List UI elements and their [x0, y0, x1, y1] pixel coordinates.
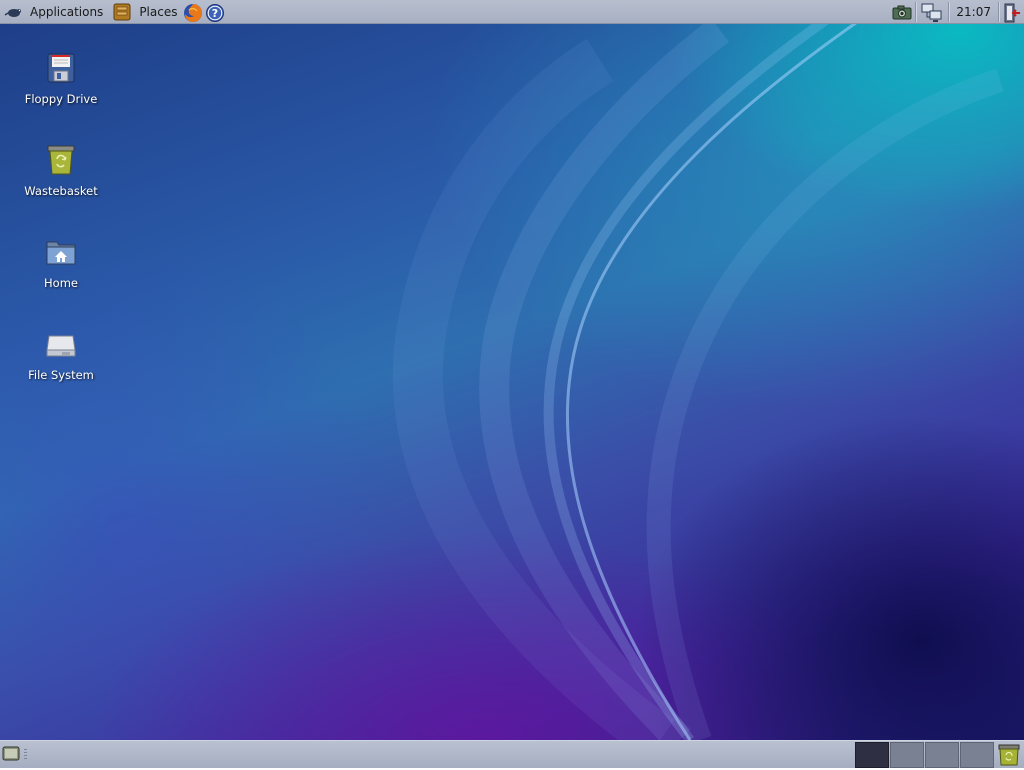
- desktop-icon-wastebasket[interactable]: Wastebasket: [6, 144, 116, 198]
- trash-applet-icon: [998, 744, 1020, 766]
- top-panel: Applications Places ? 21:07: [0, 0, 1024, 24]
- file-system-icon: [45, 328, 77, 360]
- help-icon: ?: [205, 3, 225, 22]
- places-menu[interactable]: Places: [109, 0, 181, 24]
- network-status[interactable]: [917, 0, 947, 24]
- desktop-icon-label: Home: [44, 276, 78, 290]
- floppy-drive-icon: [45, 52, 77, 84]
- desktop-icon-file-system[interactable]: File System: [6, 328, 116, 382]
- wallpaper-swirl: [392, 5, 1004, 761]
- xfce-mouse-icon: [4, 3, 22, 21]
- show-desktop-button[interactable]: [2, 745, 20, 763]
- tray-separator: [998, 2, 999, 22]
- desktop-icon-label: Wastebasket: [24, 184, 98, 198]
- show-desktop-icon: [2, 746, 20, 761]
- logout-button[interactable]: [1000, 0, 1024, 24]
- home-folder-icon: [45, 236, 77, 268]
- workspace-3[interactable]: [925, 742, 959, 768]
- applications-menu-label: Applications: [30, 4, 104, 19]
- workspace-2[interactable]: [890, 742, 924, 768]
- panel-drag-handle[interactable]: [24, 749, 27, 761]
- file-cabinet-icon: [113, 3, 131, 21]
- desktop-icon-label: File System: [28, 368, 94, 382]
- network-icon: [921, 3, 943, 22]
- wastebasket-icon: [45, 144, 77, 176]
- clock[interactable]: 21:07: [950, 5, 997, 19]
- screenshot-button[interactable]: [888, 0, 914, 24]
- desktop-icon-floppy-drive[interactable]: Floppy Drive: [6, 52, 116, 106]
- workspace-pager: [855, 741, 995, 769]
- logout-icon: [1004, 3, 1022, 23]
- workspace-4[interactable]: [960, 742, 994, 768]
- svg-text:?: ?: [212, 7, 218, 20]
- places-menu-label: Places: [139, 4, 178, 19]
- camera-icon: [892, 3, 912, 21]
- tray-separator: [915, 2, 917, 22]
- bottom-panel: [0, 740, 1024, 768]
- help-launcher[interactable]: ?: [203, 0, 225, 24]
- firefox-icon: [183, 3, 203, 22]
- trash-applet[interactable]: [997, 744, 1021, 766]
- workspace-1[interactable]: [855, 742, 889, 768]
- tray-separator: [948, 2, 950, 22]
- firefox-launcher[interactable]: [181, 0, 203, 24]
- applications-menu[interactable]: Applications: [0, 0, 107, 24]
- desktop-icon-home[interactable]: Home: [6, 236, 116, 290]
- desktop-background[interactable]: [0, 0, 1024, 768]
- desktop-icon-label: Floppy Drive: [24, 92, 98, 106]
- system-tray: 21:07: [888, 0, 1024, 24]
